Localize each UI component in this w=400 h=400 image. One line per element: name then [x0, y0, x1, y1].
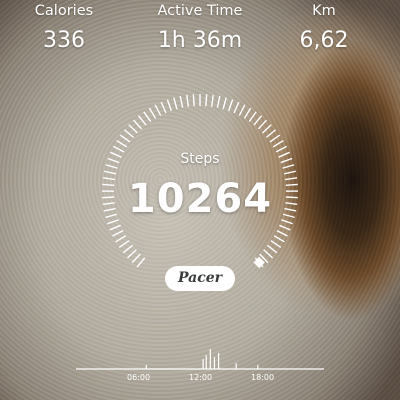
timeline-label: 06:00 [127, 373, 150, 382]
activity-timeline: 06:00 12:00 18:00 [76, 349, 324, 382]
timeline-label: 12:00 [189, 373, 212, 382]
timeline-label: 18:00 [251, 373, 274, 382]
